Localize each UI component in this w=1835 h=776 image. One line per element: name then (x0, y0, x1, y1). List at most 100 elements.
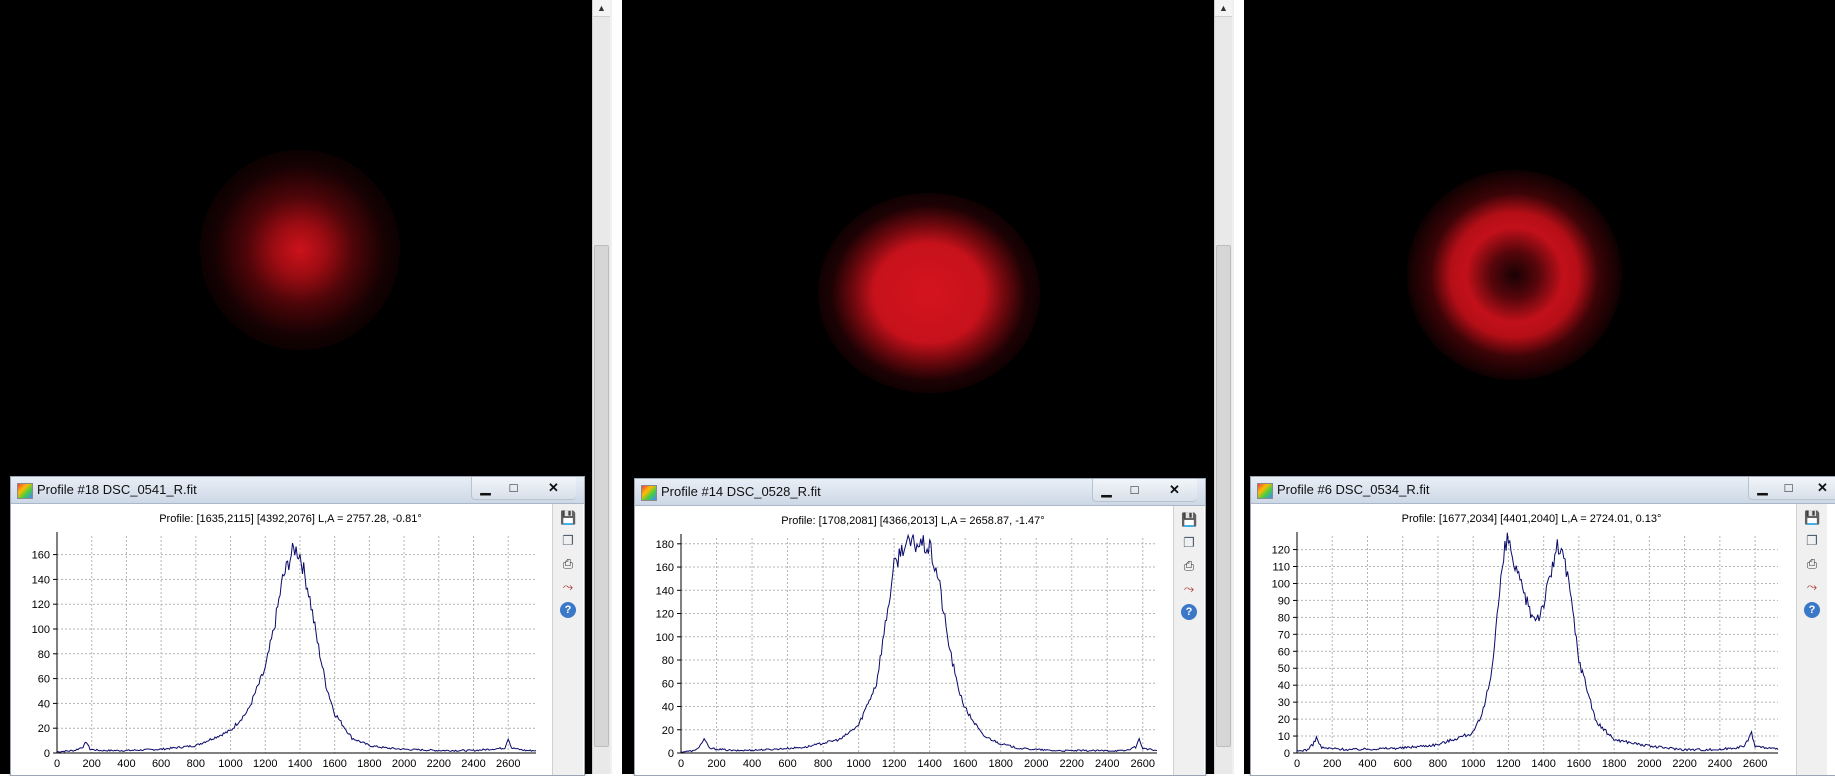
y-tick-label: 40 (38, 698, 50, 710)
minimize-button[interactable]: ▁ (1749, 479, 1776, 497)
profile-header: Profile: [1677,2034] [4401,2040] L,A = 2… (1402, 513, 1662, 525)
chart-settings-icon[interactable]: ⤳ (560, 579, 576, 595)
profile-toolbar-1: 💾 ❐ ⎙ ⤳? (552, 504, 583, 775)
x-tick-label: 1800 (1602, 758, 1626, 770)
scroll-thumb-1[interactable] (594, 245, 609, 747)
maximize-button[interactable]: □ (500, 479, 527, 497)
close-button[interactable]: ✕ (1809, 479, 1835, 497)
app-icon (17, 483, 33, 499)
y-tick-label: 30 (1278, 697, 1290, 709)
close-button[interactable]: ✕ (540, 479, 567, 497)
maximize-button[interactable]: □ (1775, 479, 1802, 497)
profile-window-1: Profile #18 DSC_0541_R.fit ▁ □ ✕ Profile… (10, 476, 585, 776)
y-tick-label: 100 (1272, 578, 1290, 590)
y-tick-label: 80 (662, 655, 674, 667)
scroll-up-arrow-icon[interactable]: ▲ (1215, 0, 1232, 17)
x-tick-label: 2400 (1095, 758, 1119, 770)
help-icon[interactable]: ? (1804, 602, 1820, 618)
x-tick-label: 2600 (1743, 758, 1767, 770)
x-tick-label: 1000 (846, 758, 870, 770)
x-tick-label: 1400 (1531, 758, 1555, 770)
x-tick-label: 400 (1358, 758, 1376, 770)
y-tick-label: 50 (1278, 663, 1290, 675)
x-tick-label: 800 (814, 758, 832, 770)
x-tick-label: 200 (83, 758, 101, 770)
x-tick-label: 200 (1323, 758, 1341, 770)
profile-title-bar-3[interactable]: Profile #6 DSC_0534_R.fit ▁ □ ✕ (1251, 477, 1835, 504)
copy-icon[interactable]: ❐ (560, 533, 576, 549)
y-tick-label: 100 (656, 632, 674, 644)
maximize-button[interactable]: □ (1121, 481, 1148, 499)
vertical-scrollbar-2[interactable]: ▲ (1214, 0, 1232, 774)
y-tick-label: 180 (656, 539, 674, 551)
flat-top-spot (818, 193, 1040, 393)
y-tick-label: 60 (38, 674, 50, 686)
x-tick-label: 1400 (917, 758, 941, 770)
y-tick-label: 80 (38, 649, 50, 661)
y-tick-label: 0 (668, 748, 674, 760)
y-tick-label: 100 (32, 624, 50, 636)
chart-settings-icon[interactable]: ⤳ (1804, 579, 1820, 595)
profile-header: Profile: [1635,2115] [4392,2076] L,A = 2… (159, 513, 422, 525)
y-tick-label: 20 (662, 725, 674, 737)
x-tick-label: 600 (1394, 758, 1412, 770)
donut-ring (1407, 170, 1622, 380)
y-tick-label: 0 (1284, 748, 1290, 760)
y-tick-label: 160 (656, 562, 674, 574)
y-tick-label: 60 (662, 678, 674, 690)
chart-settings-icon[interactable]: ⤳ (1181, 581, 1197, 597)
minimize-button[interactable]: ▁ (1093, 481, 1120, 499)
profile-header: Profile: [1708,2081] [4366,2013] L,A = 2… (781, 515, 1044, 527)
x-tick-label: 2000 (392, 758, 416, 770)
scroll-thumb-2[interactable] (1216, 245, 1231, 747)
y-tick-label: 20 (38, 723, 50, 735)
y-tick-label: 160 (32, 550, 50, 562)
y-tick-label: 20 (1278, 714, 1290, 726)
x-tick-label: 1200 (1496, 758, 1520, 770)
y-tick-label: 10 (1278, 731, 1290, 743)
x-tick-label: 1400 (288, 758, 312, 770)
x-tick-label: 2000 (1024, 758, 1048, 770)
x-tick-label: 0 (678, 758, 684, 770)
x-tick-label: 1600 (953, 758, 977, 770)
x-tick-label: 600 (152, 758, 170, 770)
profile-chart-3: Profile: [1677,2034] [4401,2040] L,A = 2… (1272, 513, 1779, 770)
vertical-scrollbar-1[interactable]: ▲ (592, 0, 610, 774)
window-controls: ▁ □ ✕ (1092, 479, 1197, 502)
y-tick-label: 120 (32, 599, 50, 611)
save-icon[interactable]: 💾 (560, 510, 576, 526)
help-icon[interactable]: ? (560, 602, 576, 618)
profile-window-2: Profile #14 DSC_0528_R.fit ▁ □ ✕ Profile… (634, 478, 1206, 776)
profile-title: Profile #18 DSC_0541_R.fit (37, 482, 197, 497)
print-icon[interactable]: ⎙ (1804, 556, 1820, 572)
profile-body-1: Profile: [1635,2115] [4392,2076] L,A = 2… (11, 504, 584, 775)
x-tick-label: 2400 (461, 758, 485, 770)
x-tick-label: 1600 (322, 758, 346, 770)
profile-title-bar-1[interactable]: Profile #18 DSC_0541_R.fit ▁ □ ✕ (11, 477, 584, 504)
print-icon[interactable]: ⎙ (560, 556, 576, 572)
y-tick-label: 120 (1272, 545, 1290, 557)
save-icon[interactable]: 💾 (1181, 512, 1197, 528)
window-controls: ▁ □ ✕ (1748, 477, 1835, 500)
x-tick-label: 2200 (1672, 758, 1696, 770)
x-tick-label: 0 (1294, 758, 1300, 770)
profile-title: Profile #14 DSC_0528_R.fit (661, 484, 821, 499)
x-tick-label: 2200 (427, 758, 451, 770)
x-tick-label: 2000 (1637, 758, 1661, 770)
scroll-up-arrow-icon[interactable]: ▲ (593, 0, 610, 17)
y-tick-label: 110 (1272, 562, 1290, 574)
x-tick-label: 2600 (496, 758, 520, 770)
help-icon[interactable]: ? (1181, 604, 1197, 620)
minimize-button[interactable]: ▁ (472, 479, 499, 497)
y-tick-label: 40 (662, 702, 674, 714)
window-controls: ▁ □ ✕ (471, 477, 576, 500)
save-icon[interactable]: 💾 (1804, 510, 1820, 526)
copy-icon[interactable]: ❐ (1181, 535, 1197, 551)
x-tick-label: 400 (743, 758, 761, 770)
close-button[interactable]: ✕ (1161, 481, 1188, 499)
print-icon[interactable]: ⎙ (1181, 558, 1197, 574)
copy-icon[interactable]: ❐ (1804, 533, 1820, 549)
x-tick-label: 200 (707, 758, 725, 770)
profile-title-bar-2[interactable]: Profile #14 DSC_0528_R.fit ▁ □ ✕ (635, 479, 1205, 506)
profile-chart-1: Profile: [1635,2115] [4392,2076] L,A = 2… (32, 513, 537, 770)
